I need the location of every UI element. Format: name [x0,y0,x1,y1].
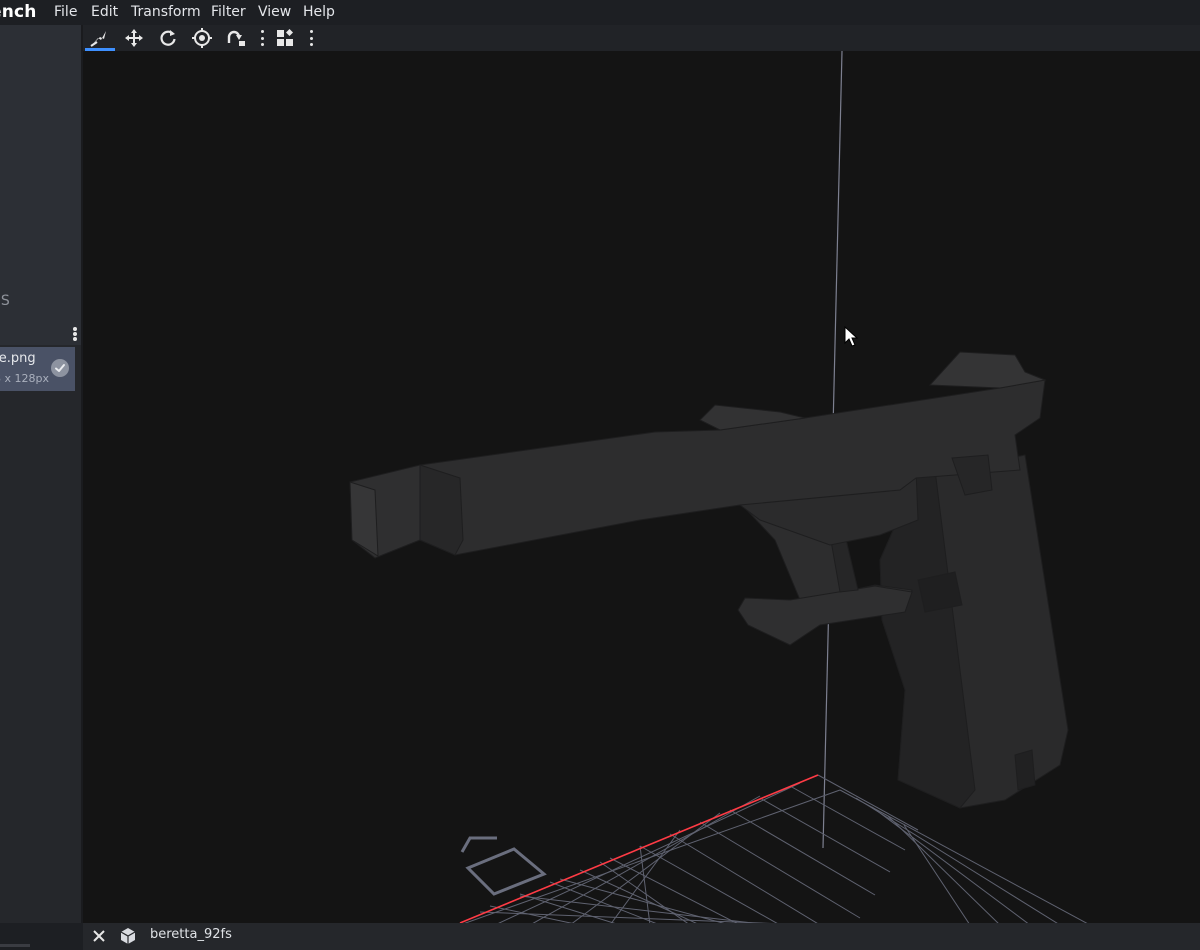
rotate-icon[interactable] [152,25,184,51]
menu-bar: ench File Edit Transform Filter View Hel… [0,0,1200,25]
pistol-model [349,351,1069,809]
left-sidebar: ES se.png 8 x 128px [0,25,81,923]
menu-edit[interactable]: Edit [91,0,118,25]
move-icon[interactable] [118,25,150,51]
viewport-scene[interactable] [83,51,1200,923]
more-options-icon[interactable] [308,30,314,46]
tool-bar [83,25,1200,51]
pivot-icon[interactable] [186,25,218,51]
textures-menu-icon[interactable] [70,325,80,343]
app-title: ench [0,2,37,22]
checkmark-icon[interactable] [51,359,69,377]
menu-view[interactable]: View [258,0,291,25]
textures-panel-title: ES [0,293,10,309]
status-bar: beretta_92fs [83,923,1200,950]
model-name: beretta_92fs [150,927,232,942]
close-icon[interactable] [91,928,107,944]
texture-size: 8 x 128px [0,372,49,385]
status-accent-line [0,944,30,947]
plugins-icon[interactable] [269,25,301,51]
vertex-snap-icon[interactable] [83,25,115,51]
menu-transform[interactable]: Transform [131,0,201,25]
sidebar-upper-panel [0,25,81,345]
3d-viewport[interactable] [83,51,1200,923]
compass-north-icon [460,836,547,896]
texture-list-item[interactable]: se.png 8 x 128px [0,347,75,391]
menu-help[interactable]: Help [303,0,335,25]
menu-filter[interactable]: Filter [211,0,246,25]
mouse-cursor-icon [844,325,859,347]
menu-file[interactable]: File [54,0,77,25]
model-cube-icon [119,927,137,945]
more-options-icon[interactable] [259,30,265,46]
texture-name: se.png [0,351,36,366]
transform-space-icon[interactable] [220,25,252,51]
